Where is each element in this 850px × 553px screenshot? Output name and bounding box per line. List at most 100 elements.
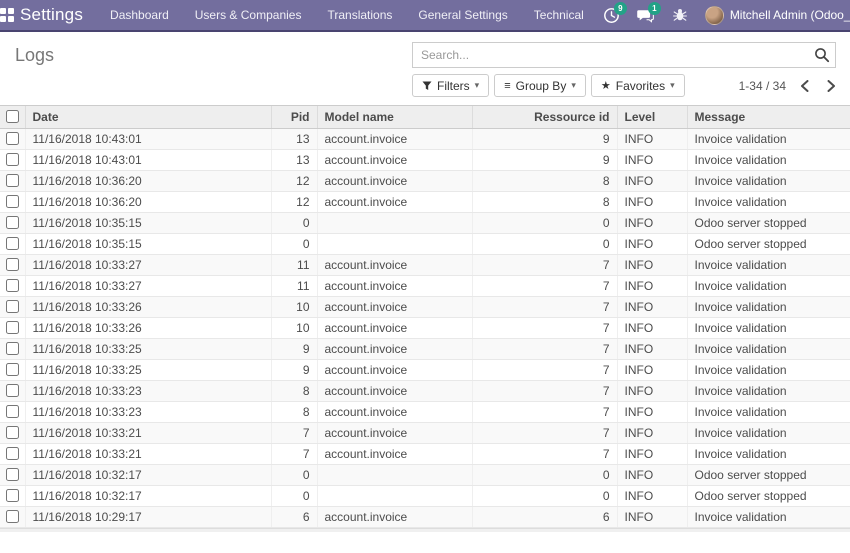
row-select-cell[interactable] — [0, 275, 25, 296]
nav-item-users-companies[interactable]: Users & Companies — [182, 0, 315, 31]
row-select-cell[interactable] — [0, 149, 25, 170]
row-checkbox[interactable] — [6, 153, 19, 166]
column-header-level[interactable]: Level — [617, 106, 687, 128]
column-header-model-name[interactable]: Model name — [317, 106, 472, 128]
cell-message: Odoo server stopped — [687, 485, 850, 506]
row-checkbox[interactable] — [6, 510, 19, 523]
row-checkbox[interactable] — [6, 489, 19, 502]
table-row[interactable]: 11/16/2018 10:33:2610account.invoice7INF… — [0, 296, 850, 317]
cell-ressource-id: 9 — [472, 149, 617, 170]
pager-next-button[interactable] — [827, 80, 836, 92]
nav-item-translations[interactable]: Translations — [314, 0, 405, 31]
table-row[interactable]: 11/16/2018 10:43:0113account.invoice9INF… — [0, 128, 850, 149]
nav-item-technical[interactable]: Technical — [521, 0, 597, 31]
select-all-checkbox[interactable] — [6, 110, 19, 123]
row-select-cell[interactable] — [0, 254, 25, 275]
row-checkbox[interactable] — [6, 216, 19, 229]
table-row[interactable]: 11/16/2018 10:35:1500INFOOdoo server sto… — [0, 212, 850, 233]
cell-message: Invoice validation — [687, 506, 850, 527]
table-row[interactable]: 11/16/2018 10:32:1700INFOOdoo server sto… — [0, 485, 850, 506]
nav-item-dashboard[interactable]: Dashboard — [97, 0, 182, 31]
table-row[interactable]: 11/16/2018 10:33:217account.invoice7INFO… — [0, 422, 850, 443]
row-checkbox[interactable] — [6, 342, 19, 355]
row-select-cell[interactable] — [0, 506, 25, 527]
row-checkbox[interactable] — [6, 279, 19, 292]
table-row[interactable]: 11/16/2018 10:33:217account.invoice7INFO… — [0, 443, 850, 464]
row-checkbox[interactable] — [6, 258, 19, 271]
table-row[interactable]: 11/16/2018 10:35:1500INFOOdoo server sto… — [0, 233, 850, 254]
column-header-ressource-id[interactable]: Ressource id — [472, 106, 617, 128]
row-select-cell[interactable] — [0, 233, 25, 254]
row-checkbox[interactable] — [6, 174, 19, 187]
row-select-cell[interactable] — [0, 464, 25, 485]
cell-model-name: account.invoice — [317, 443, 472, 464]
column-header-date[interactable]: Date — [25, 106, 271, 128]
cell-date: 11/16/2018 10:36:20 — [25, 170, 271, 191]
cell-model-name: account.invoice — [317, 275, 472, 296]
row-checkbox[interactable] — [6, 363, 19, 376]
row-checkbox[interactable] — [6, 195, 19, 208]
row-checkbox[interactable] — [6, 237, 19, 250]
cell-pid: 0 — [271, 233, 317, 254]
list-bottom-strip — [0, 528, 850, 532]
row-checkbox[interactable] — [6, 468, 19, 481]
row-select-cell[interactable] — [0, 359, 25, 380]
row-checkbox[interactable] — [6, 405, 19, 418]
column-header-message[interactable]: Message — [687, 106, 850, 128]
column-header-pid[interactable]: Pid — [271, 106, 317, 128]
debug-button[interactable] — [665, 0, 695, 31]
row-select-cell[interactable] — [0, 296, 25, 317]
row-select-cell[interactable] — [0, 191, 25, 212]
row-select-cell[interactable] — [0, 317, 25, 338]
activities-button[interactable]: 9 — [597, 0, 627, 31]
cell-pid: 0 — [271, 485, 317, 506]
table-row[interactable]: 11/16/2018 10:33:238account.invoice7INFO… — [0, 380, 850, 401]
messages-button[interactable]: 1 — [631, 0, 661, 31]
table-row[interactable]: 11/16/2018 10:33:2711account.invoice7INF… — [0, 254, 850, 275]
filters-button[interactable]: Filters ▾ — [412, 74, 489, 97]
row-select-cell[interactable] — [0, 422, 25, 443]
row-select-cell[interactable] — [0, 485, 25, 506]
search-input[interactable] — [412, 42, 836, 68]
row-checkbox[interactable] — [6, 447, 19, 460]
favorites-button[interactable]: ★ Favorites ▾ — [591, 74, 685, 97]
table-row[interactable]: 11/16/2018 10:33:259account.invoice7INFO… — [0, 338, 850, 359]
row-checkbox[interactable] — [6, 426, 19, 439]
cell-ressource-id: 7 — [472, 359, 617, 380]
select-all-cell[interactable] — [0, 106, 25, 128]
table-row[interactable]: 11/16/2018 10:33:2711account.invoice7INF… — [0, 275, 850, 296]
chevron-down-icon: ▾ — [475, 80, 480, 91]
table-row[interactable]: 11/16/2018 10:43:0113account.invoice9INF… — [0, 149, 850, 170]
pager-previous-button[interactable] — [800, 80, 809, 92]
row-checkbox[interactable] — [6, 300, 19, 313]
nav-item-general-settings[interactable]: General Settings — [405, 0, 520, 31]
user-menu[interactable]: Mitchell Admin (Odoo_12) ▾ — [699, 6, 850, 25]
row-select-cell[interactable] — [0, 401, 25, 422]
row-select-cell[interactable] — [0, 338, 25, 359]
row-checkbox[interactable] — [6, 132, 19, 145]
row-checkbox[interactable] — [6, 384, 19, 397]
search-icon[interactable] — [814, 47, 830, 66]
cell-date: 11/16/2018 10:32:17 — [25, 464, 271, 485]
table-row[interactable]: 11/16/2018 10:33:238account.invoice7INFO… — [0, 401, 850, 422]
top-navbar: Settings DashboardUsers & CompaniesTrans… — [0, 0, 850, 32]
row-select-cell[interactable] — [0, 380, 25, 401]
table-row[interactable]: 11/16/2018 10:33:259account.invoice7INFO… — [0, 359, 850, 380]
table-row[interactable]: 11/16/2018 10:33:2610account.invoice7INF… — [0, 317, 850, 338]
row-checkbox[interactable] — [6, 321, 19, 334]
table-row[interactable]: 11/16/2018 10:32:1700INFOOdoo server sto… — [0, 464, 850, 485]
cell-message: Invoice validation — [687, 149, 850, 170]
app-title[interactable]: Settings — [14, 5, 97, 25]
group-by-button[interactable]: ≡ Group By ▾ — [494, 74, 586, 97]
table-row[interactable]: 11/16/2018 10:29:176account.invoice6INFO… — [0, 506, 850, 527]
cell-message: Invoice validation — [687, 338, 850, 359]
row-select-cell[interactable] — [0, 212, 25, 233]
row-select-cell[interactable] — [0, 443, 25, 464]
cell-date: 11/16/2018 10:33:27 — [25, 275, 271, 296]
table-row[interactable]: 11/16/2018 10:36:2012account.invoice8INF… — [0, 170, 850, 191]
row-select-cell[interactable] — [0, 128, 25, 149]
cell-level: INFO — [617, 233, 687, 254]
row-select-cell[interactable] — [0, 170, 25, 191]
apps-menu-button[interactable] — [0, 0, 14, 31]
table-row[interactable]: 11/16/2018 10:36:2012account.invoice8INF… — [0, 191, 850, 212]
